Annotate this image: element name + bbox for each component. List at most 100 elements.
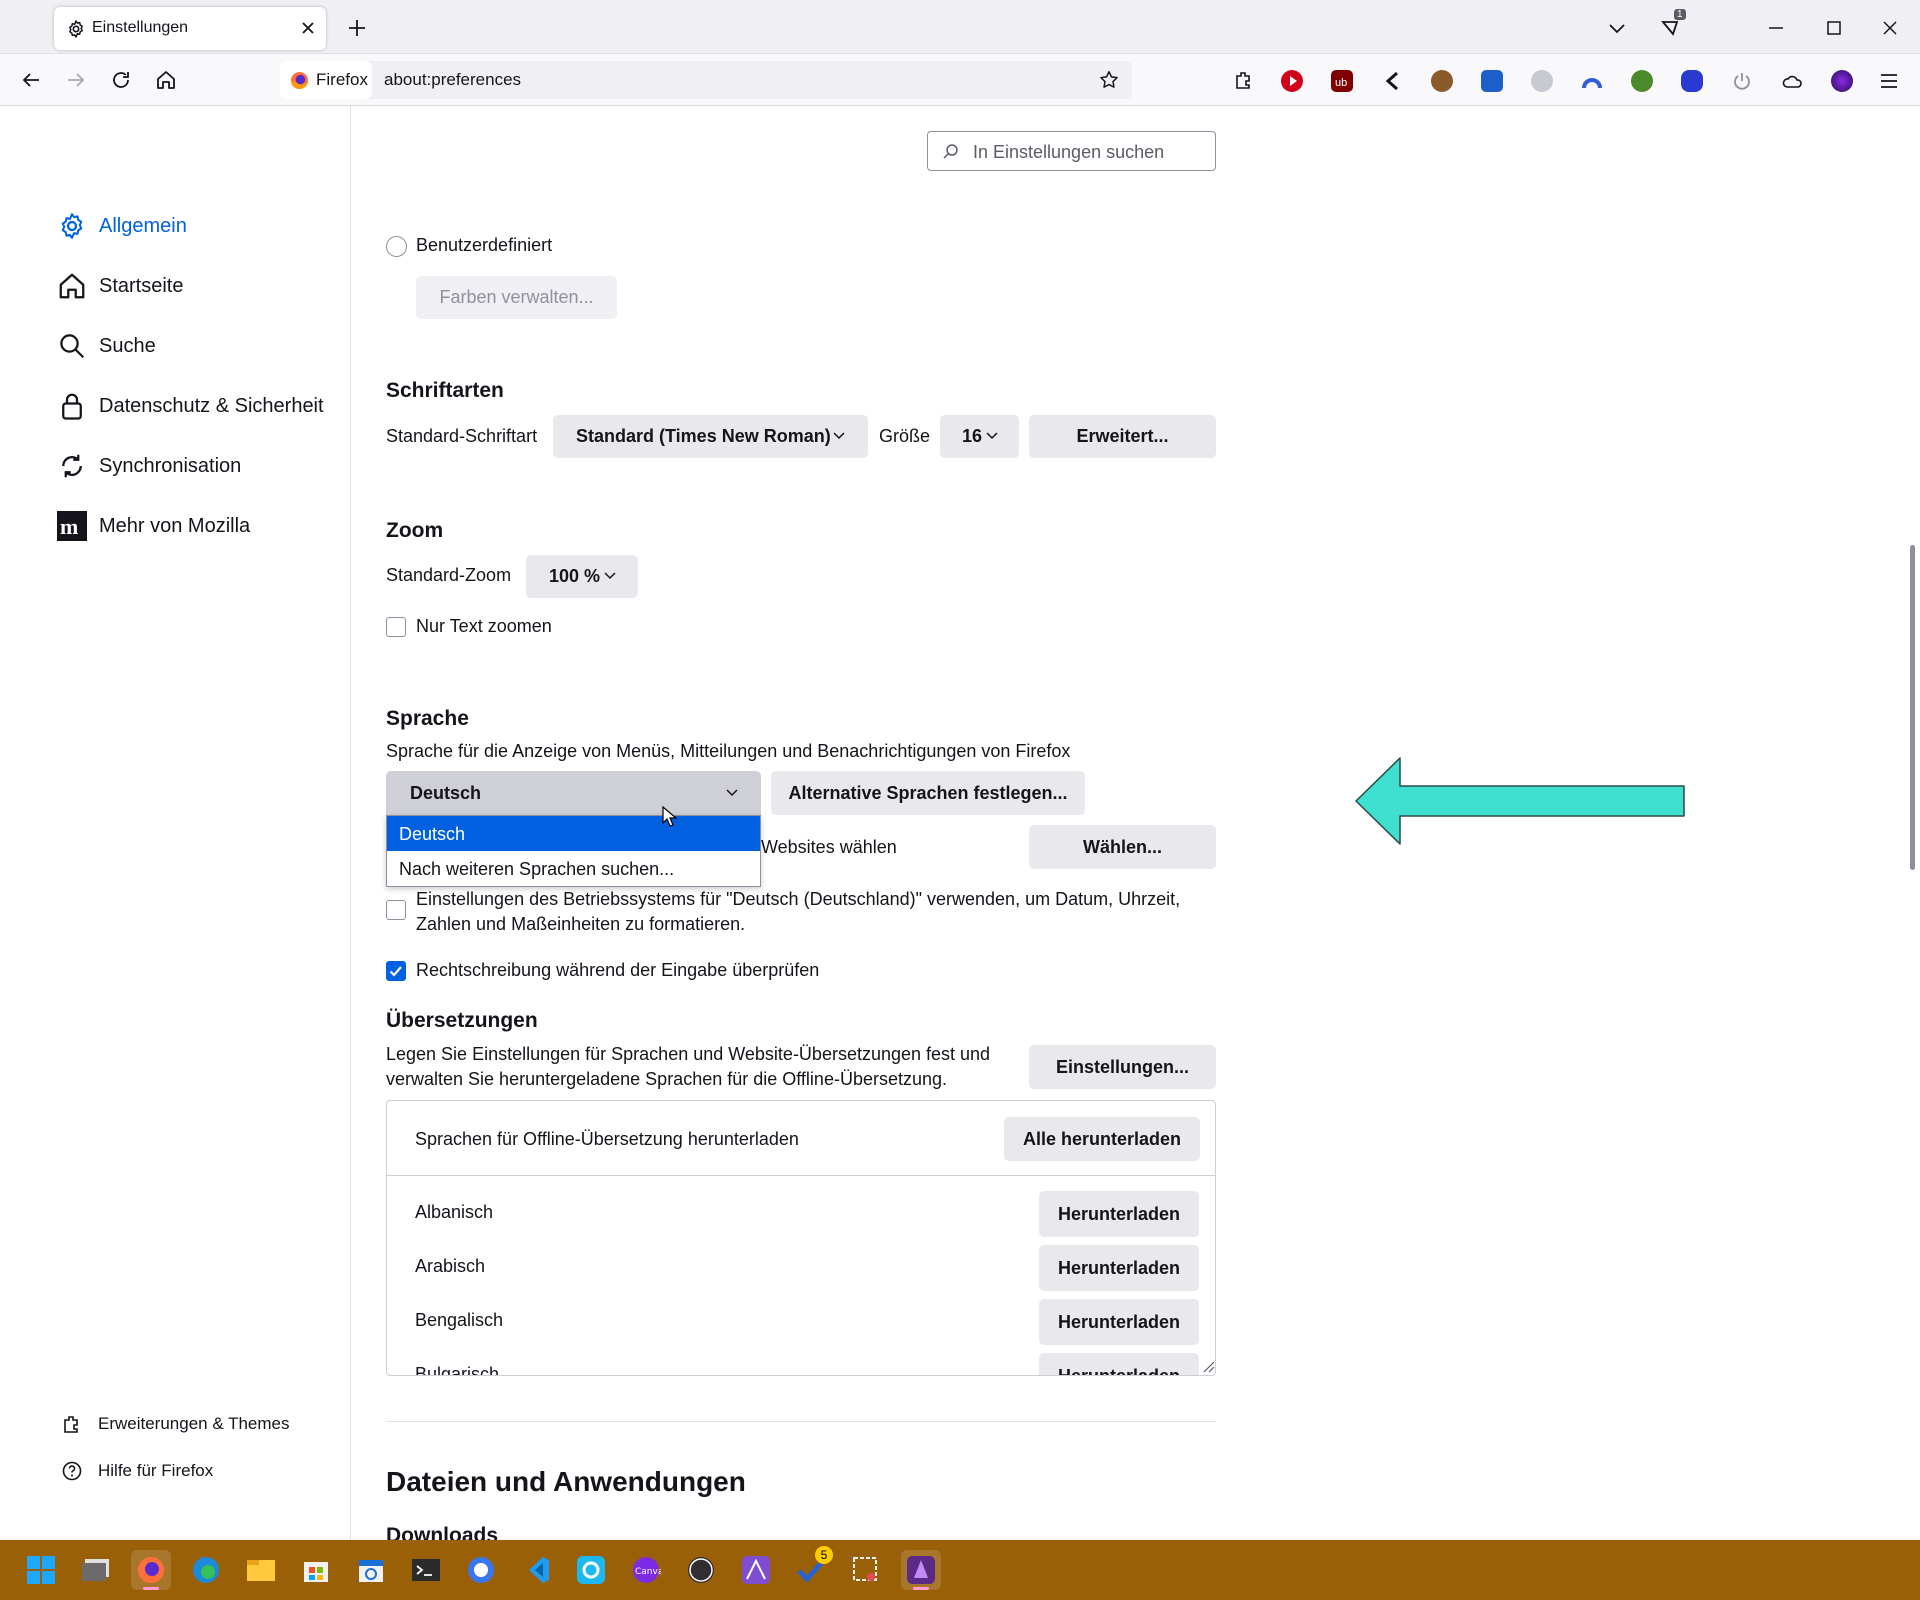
download-language-button[interactable]: Herunterladen — [1039, 1191, 1199, 1237]
globe-ext-icon[interactable] — [1631, 70, 1653, 92]
page-scrollbar[interactable] — [1910, 545, 1915, 870]
language-row-label: Bengalisch — [415, 1310, 504, 1330]
home-icon — [56, 270, 88, 302]
home-button[interactable] — [149, 63, 183, 97]
arc-ext-icon[interactable] — [1581, 70, 1603, 92]
default-zoom-select[interactable]: 100 % — [526, 555, 638, 598]
maximize-icon[interactable] — [1824, 18, 1844, 38]
app-o-icon[interactable] — [571, 1550, 611, 1590]
account-avatar-icon[interactable] — [1831, 70, 1853, 92]
sidebar-item-label: Synchronisation — [99, 454, 242, 477]
back-arrow-ext-icon[interactable] — [1382, 70, 1404, 92]
download-language-button[interactable]: Herunterladen — [1039, 1353, 1199, 1375]
fonts-advanced-button[interactable]: Erweitert... — [1029, 415, 1216, 458]
power-ext-icon[interactable] — [1731, 70, 1753, 92]
windows-start-icon[interactable] — [21, 1550, 61, 1590]
tampermonkey-ext-icon[interactable] — [1531, 70, 1553, 92]
language-row-label: Arabisch — [415, 1256, 486, 1276]
spellcheck-checkbox[interactable] — [386, 961, 406, 981]
ublock-icon[interactable]: ub — [1331, 70, 1353, 92]
download-language-button[interactable]: Herunterladen — [1039, 1299, 1199, 1345]
sidebar-item-allgemein[interactable]: Allgemein — [56, 204, 336, 248]
section-divider — [386, 1421, 1216, 1422]
bookmark-star-icon[interactable] — [1098, 69, 1120, 91]
hamburger-menu-icon[interactable] — [1878, 70, 1900, 92]
dropdown-option-search-more[interactable]: Nach weiteren Sprachen suchen... — [387, 851, 760, 886]
resize-grip-icon[interactable] — [1201, 1359, 1215, 1373]
vscode-icon[interactable] — [516, 1550, 556, 1590]
chevron-down-icon — [833, 432, 845, 440]
canva-icon[interactable]: Canva — [626, 1550, 666, 1590]
manage-colors-button[interactable]: Farben verwalten... — [416, 276, 617, 319]
bitwarden-ext-icon[interactable] — [1481, 70, 1503, 92]
sidebar-item-suche[interactable]: Suche — [56, 324, 336, 368]
signal-icon[interactable] — [461, 1550, 501, 1590]
default-font-label: Standard-Schriftart — [386, 426, 538, 446]
sidebar-item-label: Startseite — [99, 274, 184, 297]
dropdown-option-deutsch[interactable]: Deutsch — [387, 816, 760, 851]
language-select[interactable]: Deutsch — [386, 771, 761, 815]
settings-search-input[interactable]: In Einstellungen suchen — [927, 131, 1216, 171]
todo-icon[interactable]: 5 — [791, 1546, 833, 1590]
notification-badge: 5 — [815, 1546, 833, 1564]
offline-translation-list: Sprachen für Offline-Übersetzung herunte… — [386, 1100, 1216, 1376]
font-size-select[interactable]: 16 — [940, 415, 1019, 458]
title-bar: Einstellungen 1 — [0, 0, 1920, 54]
edge-icon[interactable] — [186, 1550, 226, 1590]
custom-colors-radio[interactable] — [386, 236, 407, 257]
reload-button[interactable] — [104, 63, 138, 97]
new-tab-icon[interactable] — [346, 17, 368, 39]
calendar-icon[interactable] — [351, 1550, 391, 1590]
firefox-taskbar-icon[interactable] — [131, 1550, 171, 1590]
firefox-view-icon[interactable]: 1 — [1660, 9, 1688, 40]
url-bar[interactable]: Firefox about:preferences — [280, 61, 1132, 99]
file-explorer-icon[interactable] — [241, 1550, 281, 1590]
tab-einstellungen[interactable]: Einstellungen — [54, 7, 326, 50]
affinity-photo-icon[interactable] — [901, 1550, 941, 1590]
extensions-puzzle-icon[interactable] — [1233, 69, 1255, 91]
sidebar-footer-extensions[interactable]: Erweiterungen & Themes — [58, 1410, 290, 1438]
close-tab-icon[interactable] — [298, 18, 318, 38]
obs-icon[interactable] — [681, 1550, 721, 1590]
windows-taskbar — [0, 1540, 1920, 1600]
download-language-button[interactable]: Herunterladen — [1039, 1245, 1199, 1291]
list-tabs-icon[interactable] — [1606, 17, 1628, 39]
translations-description-line2: verwalten Sie heruntergeladene Sprachen … — [386, 1069, 948, 1089]
url-text[interactable]: about:preferences — [384, 70, 521, 90]
store-icon[interactable] — [296, 1550, 336, 1590]
affinity-icon[interactable] — [736, 1550, 776, 1590]
mouse-cursor-icon — [662, 806, 678, 828]
back-button[interactable] — [14, 63, 48, 97]
close-window-icon[interactable] — [1880, 18, 1900, 38]
choose-website-languages-button[interactable]: Wählen... — [1029, 825, 1216, 869]
sidebar-item-synchronisation[interactable]: Synchronisation — [56, 444, 336, 488]
sidebar-item-datenschutz[interactable]: Datenschutz & Sicherheit — [56, 384, 336, 428]
youtube-ext-icon[interactable] — [1281, 70, 1303, 92]
zoom-text-only-checkbox[interactable] — [386, 617, 406, 637]
chevron-down-icon — [726, 789, 738, 797]
font-size-label: Größe — [879, 426, 931, 446]
sidebar-item-mozilla[interactable]: m Mehr von Mozilla — [56, 504, 336, 548]
cookie-ext-icon[interactable] — [1431, 70, 1453, 92]
sidebar-footer-help[interactable]: Hilfe für Firefox — [58, 1457, 213, 1485]
alternative-languages-button[interactable]: Alternative Sprachen festlegen... — [771, 771, 1085, 815]
task-view-icon[interactable] — [76, 1550, 116, 1590]
sidebar-item-label: Datenschutz & Sicherheit — [99, 394, 324, 417]
snipping-tool-icon[interactable] — [846, 1550, 886, 1590]
os-locale-checkbox[interactable] — [386, 900, 406, 920]
minimize-icon[interactable] — [1766, 18, 1786, 38]
language-description: Sprache für die Anzeige von Menüs, Mitte… — [386, 741, 1071, 761]
translation-settings-button[interactable]: Einstellungen... — [1029, 1045, 1216, 1089]
default-font-select[interactable]: Standard (Times New Roman) — [553, 415, 868, 458]
sidebar-item-startseite[interactable]: Startseite — [56, 264, 336, 308]
cloud-ext-icon[interactable] — [1781, 70, 1805, 92]
sidebar-item-label: Mehr von Mozilla — [99, 514, 251, 537]
search-placeholder: In Einstellungen suchen — [973, 142, 1165, 162]
download-all-button[interactable]: Alle herunterladen — [1004, 1117, 1200, 1161]
language-dropdown-list: Deutsch Nach weiteren Sprachen suchen... — [386, 815, 761, 887]
forward-button[interactable] — [59, 63, 93, 97]
navigation-toolbar: Firefox about:preferences ub — [0, 54, 1920, 106]
s-ext-icon[interactable] — [1681, 70, 1703, 92]
sidebar-item-label: Suche — [99, 334, 156, 357]
terminal-icon[interactable] — [406, 1550, 446, 1590]
